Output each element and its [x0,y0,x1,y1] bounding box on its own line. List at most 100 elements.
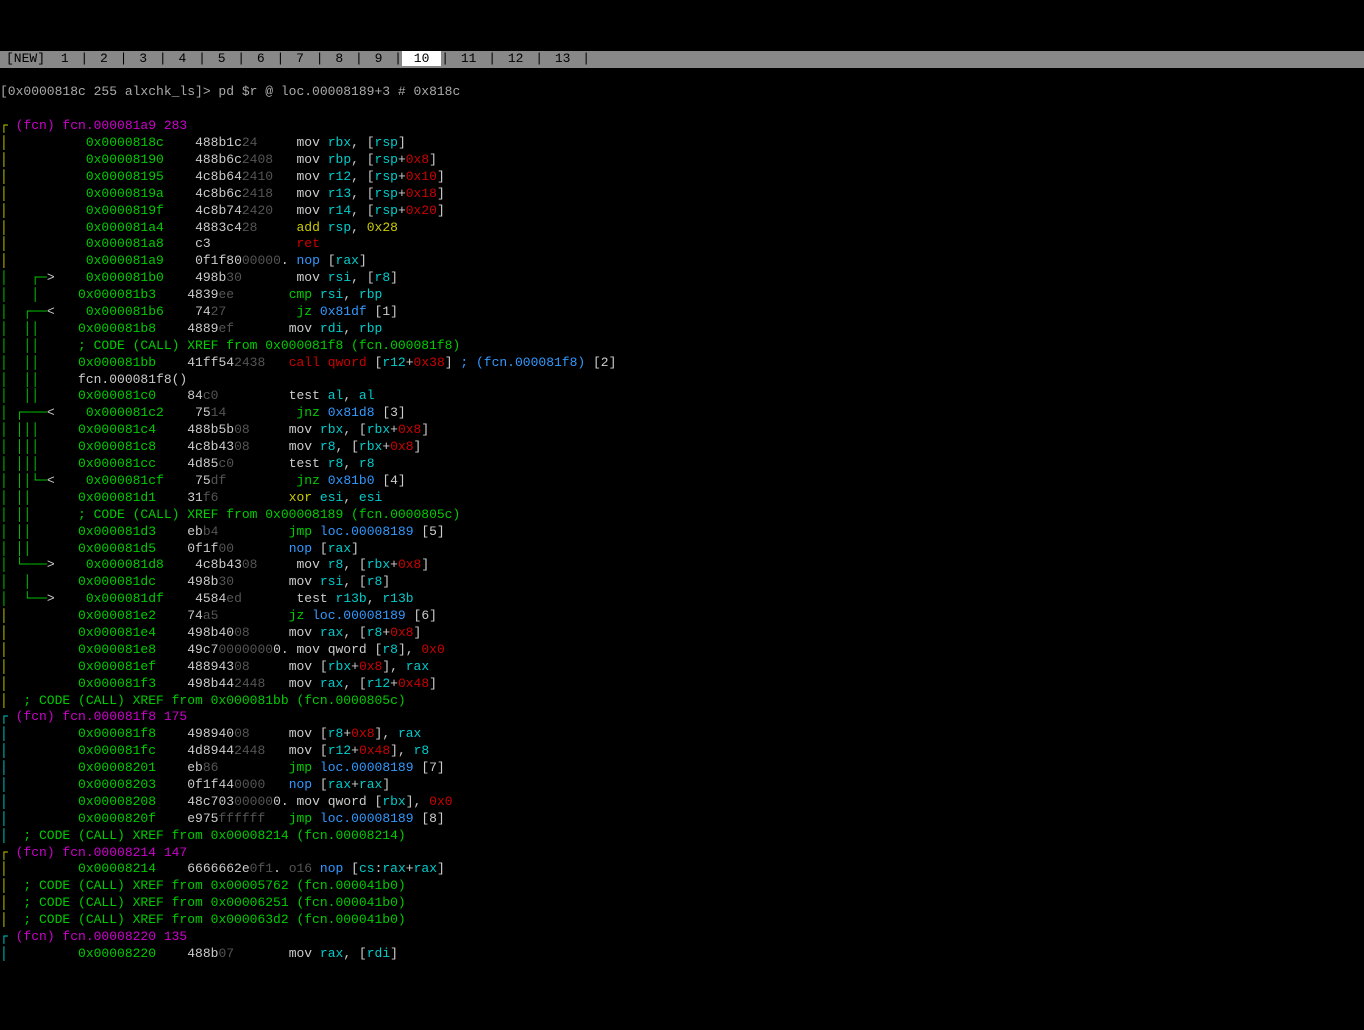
hex-bytes: 4c8b6c2418 [195,186,273,201]
disasm-line: │ ; CODE (CALL) XREF from 0x000081bb (fc… [0,693,1364,710]
disasm-line: │ 0x000081a4 4883c428 add rsp, 0x28 [0,220,1364,237]
address: 0x000081ef [78,659,156,674]
hex-bytes: 488b6c2408 [195,152,273,167]
hex-bytes: eb86 [187,760,218,775]
address: 0x000081cc [78,456,156,471]
address: 0x00008190 [86,152,164,167]
address: 0x000081f3 [78,676,156,691]
hex-bytes: 4883c428 [195,220,257,235]
disasm-line: │ ││ 0x000081c0 84c0 test al, al [0,388,1364,405]
hex-bytes: 4584ed [195,591,242,606]
hex-bytes: 41ff542438 [187,355,265,370]
disasm-line: │ ; CODE (CALL) XREF from 0x00005762 (fc… [0,878,1364,895]
disasm-line: │ ┌──< 0x000081b6 7427 jz 0x81df [1] [0,304,1364,321]
address: 0x000081a8 [86,236,164,251]
address: 0x00008208 [78,794,156,809]
disasm-line: │ 0x00008203 0f1f440000 nop [rax+rax] [0,777,1364,794]
tab-5[interactable]: 5 [206,51,237,66]
address: 0x000081cf [86,473,164,488]
address: 0x0000820f [78,811,156,826]
tab-12[interactable]: 12 [496,51,535,66]
tab-2[interactable]: 2 [88,51,119,66]
hex-bytes: 74a5 [187,608,218,623]
hex-bytes: 4c8b4308 [195,557,257,572]
disasm-line: │ ┌───< 0x000081c2 7514 jnz 0x81d8 [3] [0,405,1364,422]
hex-bytes: 4c8b642410 [195,169,273,184]
hex-bytes: 4d89442448 [187,743,265,758]
address: 0x00008195 [86,169,164,184]
disasm-line: │ ││ 0x000081d1 31f6 xor esi, esi [0,490,1364,507]
disasm-line: │ 0x000081e4 498b4008 mov rax, [r8+0x8] [0,625,1364,642]
address: 0x000081d8 [86,557,164,572]
address: 0x00008220 [78,946,156,961]
disasm-line: │ ││ 0x000081bb 41ff542438 call qword [r… [0,355,1364,372]
prompt-line[interactable]: [0x0000818c 255 alxchk_ls]> pd $r @ loc.… [0,84,1364,101]
address: 0x000081b8 [78,321,156,336]
address: 0x000081c8 [78,439,156,454]
address: 0x000081bb [78,355,156,370]
disasm-line: │ 0x000081f3 498b442448 mov rax, [r12+0x… [0,676,1364,693]
hex-bytes: 498b30 [195,270,242,285]
disasm-line: │ ┌─> 0x000081b0 498b30 mov rsi, [r8] [0,270,1364,287]
disasm-line: │ 0x000081a9 0f1f8000000. nop [rax] [0,253,1364,270]
address: 0x0000819a [86,186,164,201]
hex-bytes: 75df [195,473,226,488]
hex-bytes: 49894008 [187,726,249,741]
address: 0x000081e4 [78,625,156,640]
tab-8[interactable]: 8 [324,51,355,66]
tab-11[interactable]: 11 [449,51,488,66]
disasm-line: │ 0x000081ef 48894308 mov [rbx+0x8], rax [0,659,1364,676]
disasm-line: │ 0x00008190 488b6c2408 mov rbp, [rsp+0x… [0,152,1364,169]
disasm-line: │ 0x00008214 6666662e0f1. o16 nop [cs:ra… [0,861,1364,878]
disasm-line: │ 0x000081f8 49894008 mov [r8+0x8], rax [0,726,1364,743]
address: 0x0000818c [86,135,164,150]
hex-bytes: 49c700000000. [187,642,288,657]
address: 0x00008203 [78,777,156,792]
hex-bytes: 4839ee [187,287,234,302]
disassembly-view: ┌ (fcn) fcn.000081a9 283│ 0x0000818c 488… [0,118,1364,963]
address: 0x000081c0 [78,388,156,403]
tab-9[interactable]: 9 [363,51,394,66]
hex-bytes: c3 [195,236,211,251]
disasm-line: │ 0x000081e2 74a5 jz loc.00008189 [6] [0,608,1364,625]
tab-4[interactable]: 4 [167,51,198,66]
disasm-line: │ │││ 0x000081c4 488b5b08 mov rbx, [rbx+… [0,422,1364,439]
tab-7[interactable]: 7 [284,51,315,66]
address: 0x000081dc [78,574,156,589]
hex-bytes: 0f1f8000000. [195,253,289,268]
hex-bytes: 6666662e0f1. [187,861,281,876]
address: 0x000081e8 [78,642,156,657]
tab-1[interactable]: 1 [49,51,80,66]
address: 0x00008214 [78,861,156,876]
address: 0x0000819f [86,203,164,218]
disasm-line: │ 0x0000820f e975ffffff jmp loc.00008189… [0,811,1364,828]
tab-10[interactable]: 10 [402,51,441,66]
hex-bytes: 0f1f00 [187,541,234,556]
tab-13[interactable]: 13 [543,51,582,66]
address: 0x000081df [86,591,164,606]
disasm-line: ┌ (fcn) fcn.000081a9 283 [0,118,1364,135]
disasm-line: │ 0x000081a8 c3 ret [0,236,1364,253]
hex-bytes: 488b07 [187,946,234,961]
disasm-line: │ ││└─< 0x000081cf 75df jnz 0x81b0 [4] [0,473,1364,490]
disasm-line: │ ││ 0x000081d3 ebb4 jmp loc.00008189 [5… [0,524,1364,541]
hex-bytes: 48c703000000. [187,794,288,809]
disasm-line: ┌ (fcn) fcn.00008220 135 [0,929,1364,946]
disasm-line: │ ││ ; CODE (CALL) XREF from 0x000081f8 … [0,338,1364,355]
disasm-line: │ 0x0000818c 488b1c24 mov rbx, [rsp] [0,135,1364,152]
disasm-line: │ 0x00008208 48c703000000. mov qword [rb… [0,794,1364,811]
disasm-line: │ 0x00008201 eb86 jmp loc.00008189 [7] [0,760,1364,777]
address: 0x000081c2 [86,405,164,420]
hex-bytes: 488b1c24 [195,135,257,150]
hex-bytes: ebb4 [187,524,218,539]
tab-3[interactable]: 3 [127,51,158,66]
address: 0x000081f8 [78,726,156,741]
disasm-line: │ ││ 0x000081b8 4889ef mov rdi, rbp [0,321,1364,338]
hex-bytes: 4889ef [187,321,234,336]
disasm-line: │ 0x000081e8 49c700000000. mov qword [r8… [0,642,1364,659]
tab-new[interactable]: [NEW] [2,51,49,66]
hex-bytes: 4c8b4308 [187,439,249,454]
hex-bytes: 498b442448 [187,676,265,691]
tab-6[interactable]: 6 [245,51,276,66]
address: 0x000081d1 [78,490,156,505]
